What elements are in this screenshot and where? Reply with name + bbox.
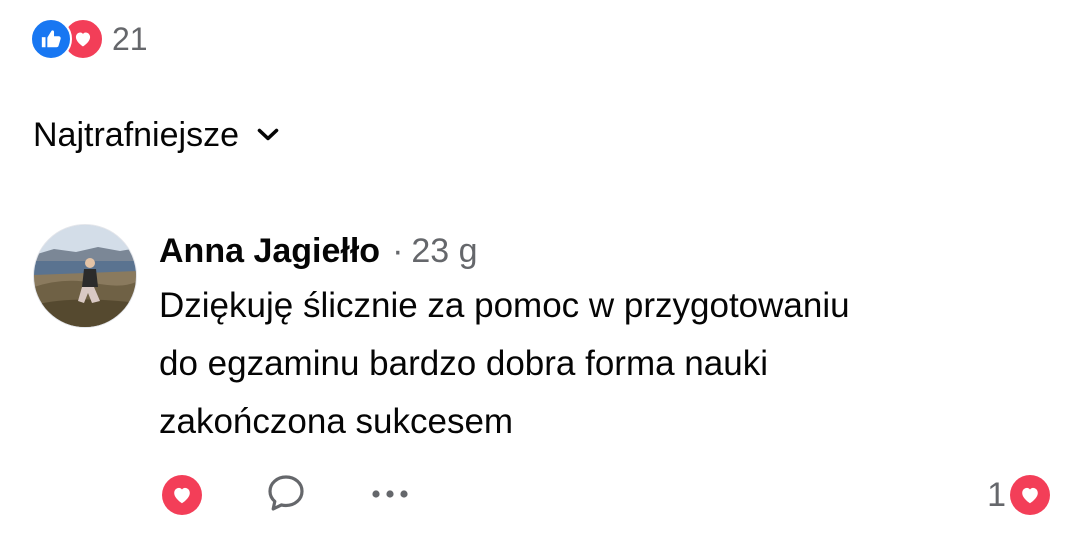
love-icon [162,475,202,515]
react-button[interactable] [160,470,204,520]
comment-timestamp[interactable]: 23 g [411,232,477,271]
comment-reaction-count: 1 [987,476,1006,514]
sort-label: Najtrafniejsze [33,116,239,154]
reactions-summary[interactable]: 21 [30,18,148,60]
avatar[interactable] [33,224,137,328]
chevron-down-icon [257,128,279,142]
reactions-count: 21 [112,21,148,57]
comment-bubble-icon [265,472,307,519]
comment-body: Anna Jagiełło · 23 g Dziękuję ślicznie z… [159,232,1039,451]
comment-text-line: do egzaminu bardzo dobra forma nauki [159,344,768,383]
separator-dot: · [392,232,404,270]
more-options-icon [370,486,410,504]
reply-button[interactable] [264,470,308,520]
more-options-button[interactable] [368,470,412,520]
comment-reactions[interactable]: 1 [987,470,1050,520]
comment-text: Dziękuję ślicznie za pomoc w przygotowan… [159,277,1039,451]
comment-actions: 1 [160,470,1050,520]
comment-text-line: Dziękuję ślicznie za pomoc w przygotowan… [159,286,850,325]
comment-text-line: zakończona sukcesem [159,402,514,441]
like-icon [30,18,72,60]
author-name[interactable]: Anna Jagiełło [159,232,380,271]
sort-dropdown[interactable]: Najtrafniejsze [33,118,279,152]
comment-header: Anna Jagiełło · 23 g [159,232,1039,271]
love-icon [1010,475,1050,515]
